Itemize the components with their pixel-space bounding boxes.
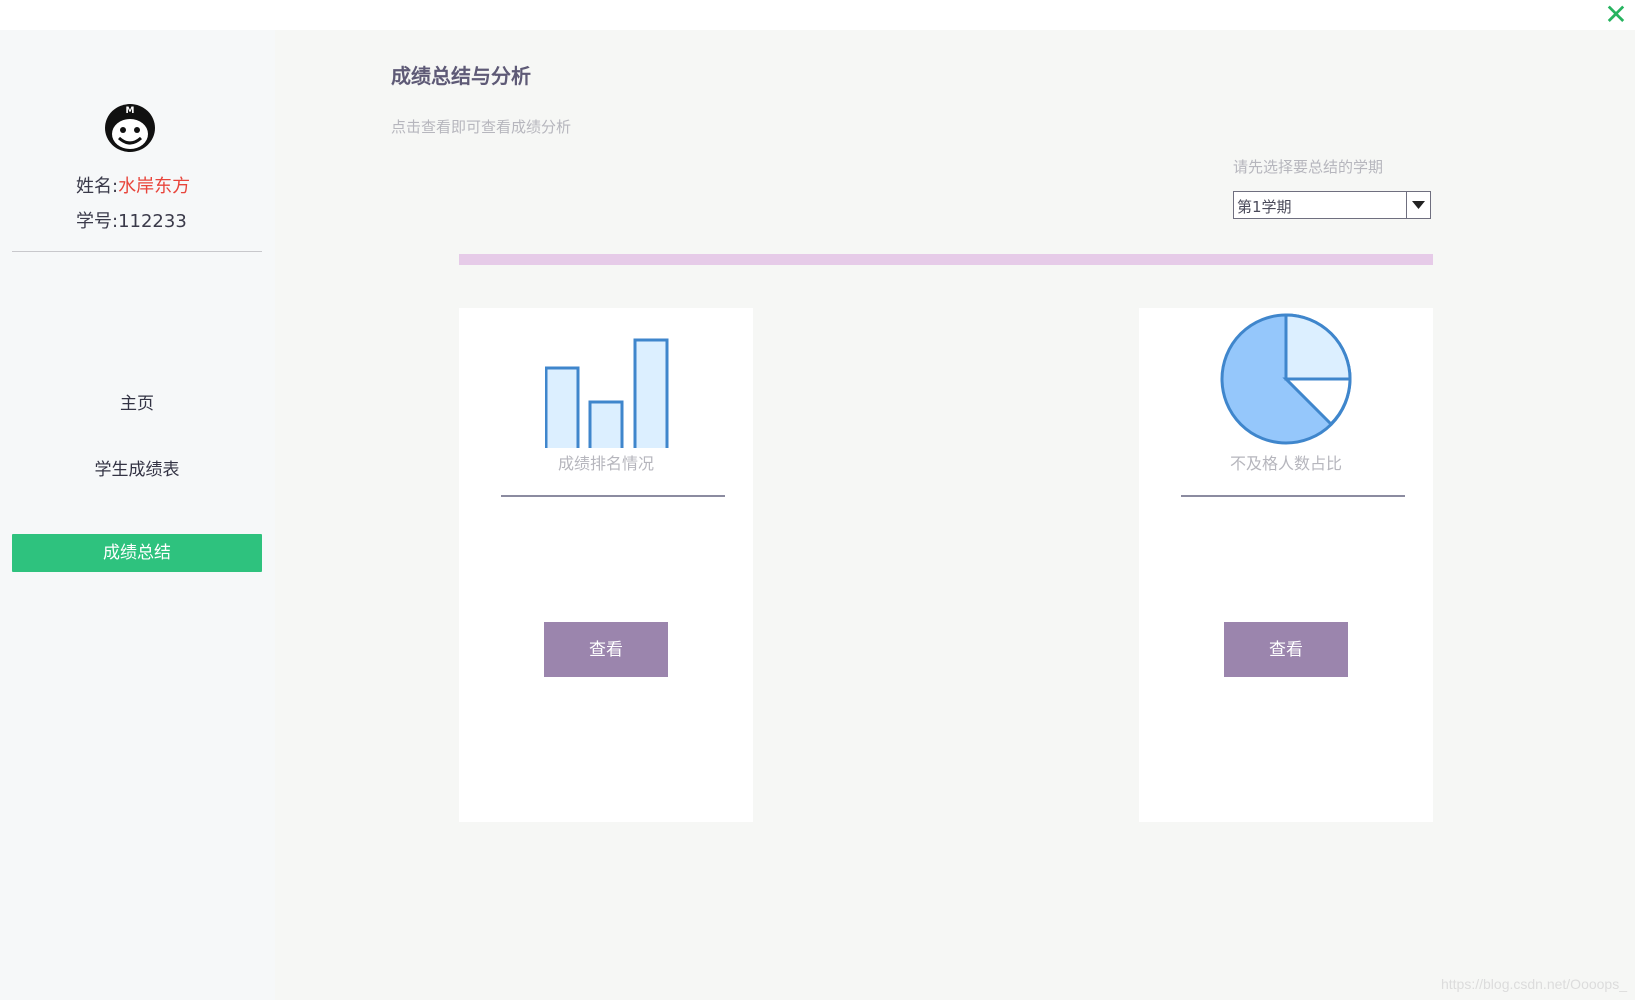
view-ranking-button[interactable]: 查看	[544, 622, 668, 677]
id-value: 112233	[118, 211, 187, 232]
accent-divider	[459, 254, 1433, 265]
fail-ratio-card-label: 不及格人数占比	[1229, 454, 1342, 473]
svg-text:M: M	[126, 106, 135, 116]
page-title: 成绩总结与分析	[391, 64, 531, 88]
watermark: https://blog.csdn.net/Oooops_	[1440, 976, 1627, 992]
pie-chart-icon	[1220, 313, 1352, 445]
sidebar-item-grade-summary[interactable]: 成绩总结	[12, 534, 262, 572]
sidebar-divider	[12, 251, 262, 252]
fail-ratio-card-divider	[1181, 495, 1405, 497]
fail-ratio-card: 不及格人数占比 查看	[1139, 308, 1433, 822]
page-subtitle: 点击查看即可查看成绩分析	[391, 118, 572, 136]
student-name: 姓名:水岸东方	[76, 172, 190, 198]
ranking-card-label: 成绩排名情况	[557, 454, 654, 473]
ranking-card: 成绩排名情况 查看	[459, 308, 753, 822]
term-prompt: 请先选择要总结的学期	[1233, 158, 1384, 176]
term-select[interactable]: 第1学期	[1233, 191, 1431, 219]
ranking-card-divider	[501, 495, 725, 497]
sidebar: M 姓名:水岸东方 学号:112233 主页 学生成绩表 成绩总结	[0, 30, 275, 1000]
view-fail-ratio-button[interactable]: 查看	[1224, 622, 1348, 677]
chevron-down-icon[interactable]	[1406, 192, 1430, 218]
title-bar: ✕	[0, 0, 1635, 30]
term-select-value: 第1学期	[1237, 198, 1292, 216]
name-value: 水岸东方	[118, 176, 191, 197]
sidebar-item-home[interactable]: 主页	[12, 385, 262, 423]
sidebar-item-grade-table[interactable]: 学生成绩表	[12, 451, 262, 489]
bar-chart-icon	[545, 338, 669, 448]
close-icon[interactable]: ✕	[1601, 0, 1631, 30]
main-content: 成绩总结与分析 点击查看即可查看成绩分析 请先选择要总结的学期 第1学期 成绩排…	[275, 30, 1635, 1000]
student-id: 学号:112233	[76, 207, 187, 233]
id-label: 学号:	[76, 211, 119, 232]
avatar-icon: M	[105, 104, 155, 152]
name-label: 姓名:	[76, 176, 119, 197]
